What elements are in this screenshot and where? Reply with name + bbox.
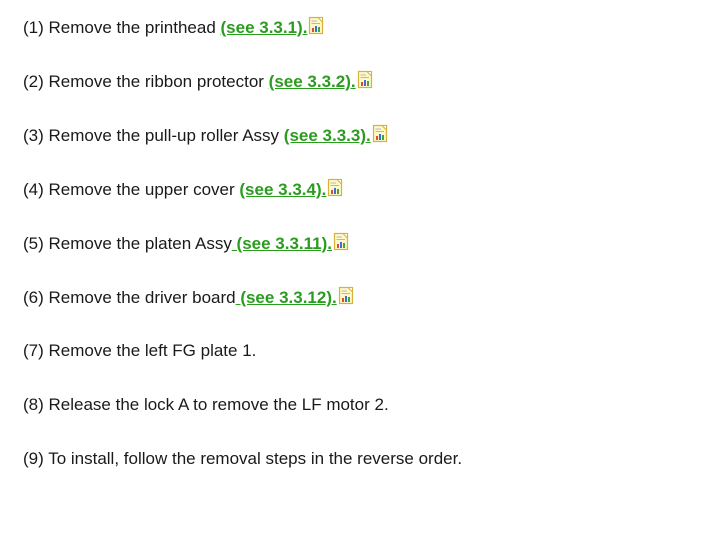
step-7-line: (7) Remove the left FG plate 1. [23, 340, 256, 362]
step-1-link[interactable]: (see 3.3.1). [221, 18, 308, 37]
step-4-line: (4) Remove the upper cover (see 3.3.4). [23, 178, 345, 201]
step-1: (1) Remove the printhead (see 3.3.1). [23, 9, 693, 63]
step-7: (7) Remove the left FG plate 1. [23, 333, 693, 387]
step-2-text: (2) Remove the ribbon protector [23, 72, 269, 91]
step-8-line: (8) Release the lock A to remove the LF … [23, 394, 389, 416]
step-5: (5) Remove the platen Assy (see 3.3.11). [23, 225, 693, 279]
step-5-link[interactable]: (see 3.3.11). [232, 234, 332, 253]
step-6-text: (6) Remove the driver board [23, 288, 236, 307]
document-chart-icon[interactable] [333, 232, 351, 252]
step-3-link[interactable]: (see 3.3.3). [284, 126, 371, 145]
document-chart-icon[interactable] [357, 70, 375, 90]
step-4: (4) Remove the upper cover (see 3.3.4). [23, 171, 693, 225]
step-8-text: (8) Release the lock A to remove the LF … [23, 395, 389, 414]
step-6: (6) Remove the driver board (see 3.3.12)… [23, 279, 693, 333]
step-1-text: (1) Remove the printhead [23, 18, 221, 37]
document-chart-icon[interactable] [327, 178, 345, 198]
step-9: (9) To install, follow the removal steps… [23, 441, 693, 495]
step-6-line: (6) Remove the driver board (see 3.3.12)… [23, 286, 356, 309]
step-2: (2) Remove the ribbon protector (see 3.3… [23, 63, 693, 117]
step-3: (3) Remove the pull-up roller Assy (see … [23, 117, 693, 171]
step-9-text: (9) To install, follow the removal steps… [23, 449, 463, 468]
step-8: (8) Release the lock A to remove the LF … [23, 387, 693, 441]
step-6-link[interactable]: (see 3.3.12). [236, 288, 336, 307]
step-4-text: (4) Remove the upper cover [23, 180, 240, 199]
step-5-text: (5) Remove the platen Assy [23, 234, 232, 253]
step-5-line: (5) Remove the platen Assy (see 3.3.11). [23, 232, 351, 255]
step-2-link[interactable]: (see 3.3.2). [269, 72, 356, 91]
document-chart-icon[interactable] [338, 286, 356, 306]
step-9-line: (9) To install, follow the removal steps… [23, 448, 462, 470]
procedure-steps: (1) Remove the printhead (see 3.3.1). (2… [23, 9, 693, 495]
step-3-line: (3) Remove the pull-up roller Assy (see … [23, 124, 390, 147]
document-chart-icon[interactable] [372, 124, 390, 144]
step-1-line: (1) Remove the printhead (see 3.3.1). [23, 16, 326, 39]
step-7-text: (7) Remove the left FG plate 1. [23, 341, 257, 360]
step-4-link[interactable]: (see 3.3.4). [239, 180, 326, 199]
document-chart-icon[interactable] [308, 16, 326, 36]
step-3-text: (3) Remove the pull-up roller Assy [23, 126, 284, 145]
step-2-line: (2) Remove the ribbon protector (see 3.3… [23, 70, 375, 93]
